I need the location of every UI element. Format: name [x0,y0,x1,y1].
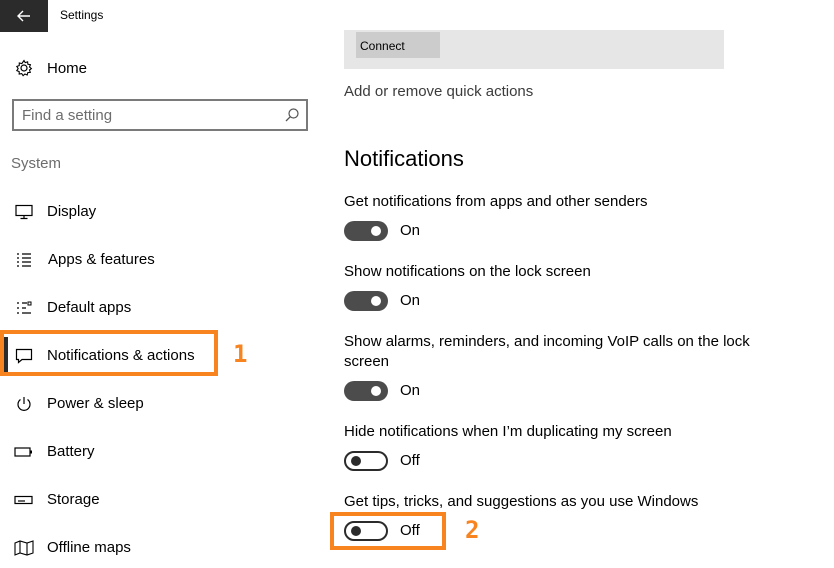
toggle-knob [351,526,361,536]
toggle-state-label: Off [400,452,420,469]
sidebar-item-label: Display [47,203,97,220]
sidebar-item-label: Apps & features [48,251,155,268]
setting-label: Show alarms, reminders, and incoming VoI… [344,333,750,370]
toggle-state-label: Off [400,522,420,539]
back-arrow-icon [17,10,30,22]
toggle-knob [371,226,381,236]
add-remove-quick-actions-link[interactable]: Add or remove quick actions [344,83,533,100]
sidebar-item-label: Offline maps [47,539,131,556]
sidebar-section-label: System [11,155,62,172]
toggle-lock-screen-notifications[interactable] [344,291,388,311]
sidebar-item-label: Notifications & actions [47,347,195,364]
storage-icon [14,490,34,510]
sidebar-item-label: Default apps [47,299,132,316]
back-button[interactable] [0,0,48,32]
toggle-hide-when-duplicating[interactable] [344,451,388,471]
toggle-app-notifications[interactable] [344,221,388,241]
sidebar-item-apps-features[interactable]: Apps & features [0,242,300,278]
list-icon [14,250,34,270]
sidebar-item-label: Storage [47,491,100,508]
search-icon[interactable] [284,107,300,123]
sidebar-item-battery[interactable]: Battery [0,434,300,470]
toggle-tips-tricks[interactable] [344,521,388,541]
sidebar-item-storage[interactable]: Storage [0,482,300,518]
monitor-icon [14,202,34,222]
sidebar-home[interactable]: Home [0,56,300,80]
quick-actions-panel: Connect [344,30,724,69]
search-box[interactable] [12,99,308,131]
sidebar-item-offline-maps[interactable]: Offline maps [0,530,300,566]
toggle-state-label: On [400,222,421,239]
sidebar-item-label: Battery [47,443,95,460]
toggle-alarms-reminders[interactable] [344,381,388,401]
toggle-state-label: On [400,292,421,309]
notifications-heading: Notifications [344,146,464,171]
toggle-knob [371,296,381,306]
battery-icon [14,442,34,462]
search-input[interactable] [22,105,272,125]
setting-label: Show notifications on the lock screen [344,263,591,280]
sidebar-item-label: Power & sleep [47,395,144,412]
quick-action-connect[interactable]: Connect [356,32,440,58]
toggle-knob [351,456,361,466]
window-title: Settings [60,8,104,22]
setting-label: Hide notifications when I’m duplicating … [344,423,672,440]
gear-icon [14,58,34,78]
default-apps-icon [14,298,34,318]
step-number-1: 1 [233,340,248,368]
toggle-knob [371,386,381,396]
map-icon [14,538,34,558]
sidebar-item-notifications-actions[interactable]: Notifications & actions [0,338,300,374]
notification-icon [14,346,34,366]
sidebar-home-label: Home [47,59,88,77]
sidebar-item-display[interactable]: Display [0,194,300,230]
step-number-2: 2 [465,516,480,544]
setting-label: Get tips, tricks, and suggestions as you… [344,493,699,510]
sidebar-item-default-apps[interactable]: Default apps [0,290,300,326]
toggle-state-label: On [400,382,421,399]
sidebar-item-power-sleep[interactable]: Power & sleep [0,386,300,422]
setting-label: Get notifications from apps and other se… [344,193,648,210]
power-icon [14,394,34,414]
